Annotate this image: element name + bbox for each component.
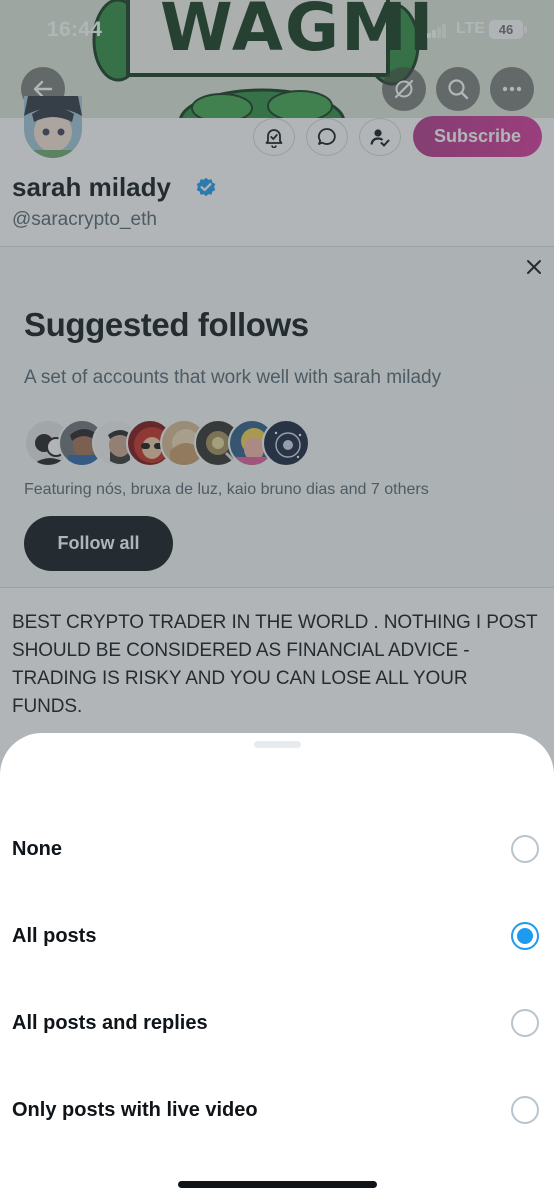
option-none[interactable]: None bbox=[0, 806, 554, 893]
radio-button[interactable] bbox=[511, 1096, 539, 1124]
option-all-posts-and-replies[interactable]: All posts and replies bbox=[0, 980, 554, 1067]
sheet-grabber-handle[interactable] bbox=[254, 741, 301, 748]
option-label: None bbox=[12, 838, 62, 860]
option-all-posts[interactable]: All posts bbox=[0, 893, 554, 980]
radio-button-selected[interactable] bbox=[511, 922, 539, 950]
option-label: Only posts with live video bbox=[12, 1099, 258, 1121]
option-label: All posts bbox=[12, 925, 97, 947]
option-live-video-only[interactable]: Only posts with live video bbox=[0, 1067, 554, 1154]
radio-button[interactable] bbox=[511, 1009, 539, 1037]
home-indicator[interactable] bbox=[178, 1181, 377, 1188]
option-label: All posts and replies bbox=[12, 1012, 208, 1034]
radio-button[interactable] bbox=[511, 835, 539, 863]
